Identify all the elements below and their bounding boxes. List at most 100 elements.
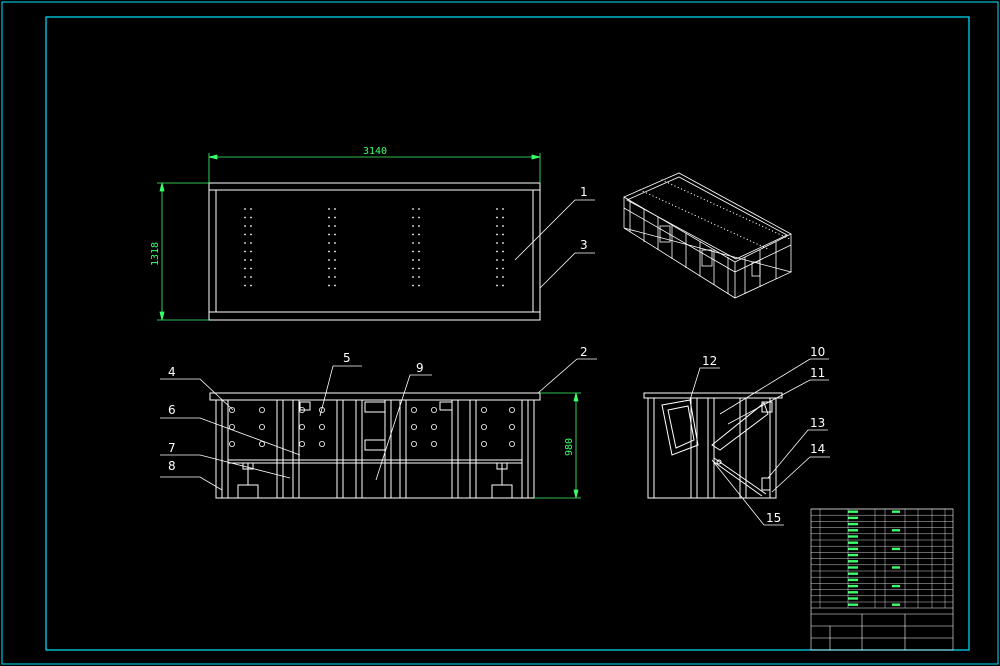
top-hole: [250, 284, 252, 287]
iso-marking: [665, 201, 667, 203]
top-hole: [502, 233, 504, 236]
bolt-hole: [410, 423, 417, 430]
top-hole: [250, 208, 252, 210]
iso-marking: [765, 227, 767, 229]
iso-marking: [661, 179, 663, 181]
iso-marking: [758, 224, 761, 226]
bolt-hole: [298, 440, 305, 447]
part-label-13: 13: [810, 416, 825, 430]
top-hole: [496, 284, 498, 287]
top-hole: [334, 242, 336, 244]
bom-cell-text: [892, 547, 900, 551]
bom-cell-text: [848, 584, 858, 588]
iso-marking: [743, 237, 745, 239]
iso-marking: [706, 200, 709, 202]
top-hole: [244, 276, 246, 278]
iso-marking: [713, 203, 715, 205]
bolt-hole: [430, 423, 437, 430]
top-hole: [328, 276, 330, 278]
top-hole: [244, 250, 246, 253]
top-hole: [496, 225, 498, 227]
iso-marking: [671, 204, 674, 206]
bolt-hole: [508, 406, 515, 413]
top-hole: [502, 276, 504, 278]
iso-marking: [690, 192, 692, 195]
top-hole: [496, 216, 498, 219]
part-label-6: 6: [168, 403, 176, 417]
bom-cell-text: [848, 510, 858, 513]
bom-cell-text: [892, 603, 900, 606]
iso-marking: [681, 208, 683, 211]
top-hole: [418, 259, 420, 261]
iso-marking: [642, 190, 644, 193]
bom-cell-text: [848, 578, 858, 582]
iso-marking: [680, 188, 683, 190]
top-hole: [418, 284, 420, 287]
bolt-hole: [410, 406, 417, 413]
top-hole: [328, 250, 330, 253]
bolt-hole: [318, 423, 325, 430]
iso-marking: [645, 192, 648, 194]
iso-marking: [759, 244, 761, 247]
iso-marking: [729, 210, 731, 213]
bolt-hole: [228, 440, 235, 447]
iso-marking: [745, 218, 748, 220]
top-hole: [502, 267, 504, 270]
top-hole: [244, 216, 246, 219]
top-height-dim-label: 1318: [150, 242, 161, 266]
iso-marking: [742, 216, 744, 219]
top-hole: [250, 225, 252, 227]
bom-cell-text: [848, 541, 858, 544]
bolt-hole: [508, 423, 515, 430]
iso-marking: [687, 191, 689, 193]
iso-marking: [700, 197, 702, 199]
iso-marking: [727, 229, 729, 232]
isometric-view: [623, 172, 793, 299]
bom-cell-text: [848, 547, 858, 551]
iso-marking: [740, 235, 742, 238]
top-hole: [244, 208, 246, 210]
top-hole: [328, 216, 330, 219]
top-hole: [250, 276, 252, 278]
top-hole: [502, 225, 504, 227]
front-height-dim-label: 980: [564, 438, 575, 456]
bom-cell-text: [892, 510, 900, 513]
iso-marking: [749, 240, 752, 242]
iso-marking: [775, 231, 777, 234]
iso-marking: [664, 180, 666, 183]
bom-cell-text: [892, 584, 900, 588]
bom-cell-text: [848, 553, 858, 557]
iso-marking: [701, 217, 703, 220]
top-hole: [418, 225, 420, 227]
top-width-dimension: [208, 153, 541, 183]
iso-marking: [649, 193, 651, 196]
part-label-12: 12: [702, 354, 717, 368]
iso-marking: [733, 232, 735, 235]
bolt-hole: [410, 440, 417, 447]
top-hole: [412, 242, 414, 244]
top-hole: [244, 267, 246, 270]
iso-marking: [655, 196, 657, 199]
isometric-top-markings: [639, 179, 790, 250]
iso-marking: [755, 222, 757, 225]
bom-cell-text: [848, 516, 858, 520]
iso-marking: [704, 219, 706, 221]
top-hole: [496, 208, 498, 210]
iso-marking: [778, 233, 780, 235]
iso-marking: [781, 234, 783, 237]
top-hole: [244, 242, 246, 244]
iso-marking: [736, 234, 739, 236]
top-hole: [496, 276, 498, 278]
iso-marking: [678, 207, 680, 209]
bom-cell-text: [848, 597, 858, 600]
top-hole: [250, 216, 252, 219]
bill-of-materials-table: [811, 508, 953, 608]
bolt-hole: [318, 440, 325, 447]
top-hole: [250, 259, 252, 261]
top-hole: [334, 284, 336, 287]
iso-marking: [766, 247, 768, 250]
bolt-hole: [258, 406, 265, 413]
top-hole: [502, 242, 504, 244]
iso-marking: [723, 207, 725, 210]
iso-marking: [716, 204, 718, 207]
